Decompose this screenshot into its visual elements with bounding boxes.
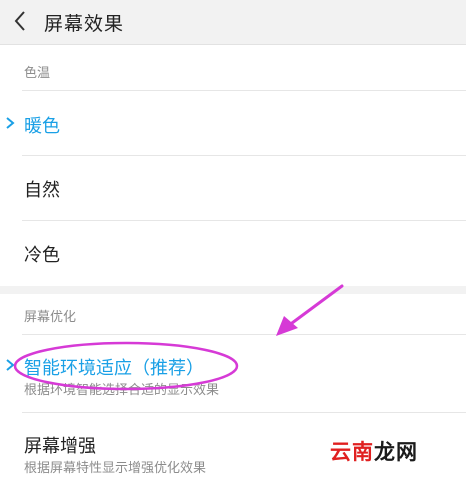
watermark-dark: 龙网 <box>374 440 418 464</box>
section-label-color-temperature: 色温 <box>24 66 51 81</box>
option-label: 屏幕增强 <box>24 436 96 457</box>
watermark: 云南龙网 <box>330 436 418 466</box>
option-label: 自然 <box>24 180 60 201</box>
chevron-left-icon <box>14 11 25 31</box>
option-cool[interactable]: 冷色 <box>0 221 466 285</box>
annotation-arrow <box>276 284 344 336</box>
section-gap <box>0 286 466 294</box>
option-label: 冷色 <box>24 245 60 266</box>
section-label-screen-optimization: 屏幕优化 <box>24 310 77 325</box>
option-subtitle: 根据屏幕特性显示增强优化效果 <box>24 461 207 476</box>
option-label: 暖色 <box>24 116 60 137</box>
option-natural[interactable]: 自然 <box>0 156 466 220</box>
selected-check-icon <box>6 117 15 129</box>
option-warm[interactable]: 暖色 <box>0 91 466 155</box>
annotation-ellipse <box>13 341 239 391</box>
page-title: 屏幕效果 <box>44 13 125 35</box>
header-bar: 屏幕效果 <box>0 0 466 45</box>
back-button[interactable] <box>4 2 36 40</box>
watermark-red: 云南 <box>330 440 374 464</box>
